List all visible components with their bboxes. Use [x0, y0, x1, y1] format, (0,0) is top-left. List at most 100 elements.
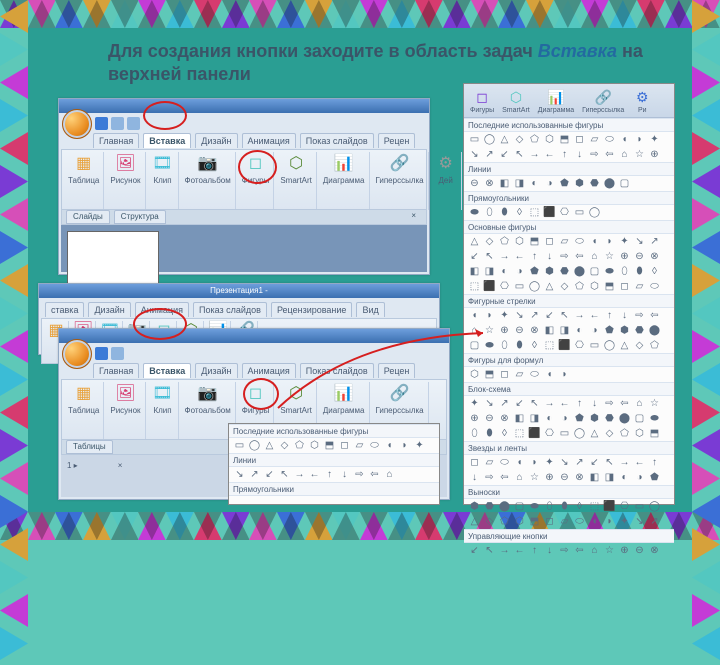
shape-item[interactable]: ↑ [528, 250, 541, 263]
shape-item[interactable]: ↘ [468, 148, 481, 161]
quick-access-toolbar[interactable] [95, 115, 140, 131]
shape-item[interactable]: ↗ [248, 468, 261, 481]
shape-item[interactable]: ✦ [543, 456, 556, 469]
shape-item[interactable]: ← [633, 456, 646, 469]
shape-item[interactable]: ◻ [543, 235, 556, 248]
shape-item[interactable]: ⬟ [603, 324, 616, 337]
shape-item[interactable]: ↓ [543, 544, 556, 557]
shape-item[interactable]: ⬛ [528, 427, 541, 440]
shape-item[interactable]: ⬯ [618, 265, 631, 278]
shape-item[interactable]: ⬒ [528, 515, 541, 528]
shape-item[interactable]: ◧ [498, 177, 511, 190]
shape-item[interactable]: ↖ [483, 250, 496, 263]
ribbon-tab-вставка[interactable]: Вставка [143, 133, 191, 148]
shape-item[interactable]: ⬢ [543, 265, 556, 278]
ribbon-tab-дизайн[interactable]: Дизайн [195, 133, 237, 148]
shape-item[interactable]: ⬛ [603, 500, 616, 513]
shape-item[interactable]: ⊕ [543, 471, 556, 484]
shape-item[interactable]: ⬒ [483, 368, 496, 381]
shape-item[interactable]: ⊕ [468, 412, 481, 425]
shape-item[interactable]: ◑ [558, 412, 571, 425]
shape-item[interactable]: ↓ [338, 468, 351, 481]
shape-item[interactable]: ⬡ [633, 427, 646, 440]
shape-item[interactable]: ↘ [233, 468, 246, 481]
shape-item[interactable]: ◻ [573, 133, 586, 146]
shape-item[interactable]: ⬠ [498, 235, 511, 248]
shape-item[interactable]: ◻ [468, 456, 481, 469]
shape-item[interactable]: ⊖ [633, 250, 646, 263]
ribbon-group-таблица[interactable]: ▦Таблица [64, 382, 104, 440]
shape-item[interactable]: ⬚ [513, 427, 526, 440]
shape-item[interactable]: ⬚ [588, 500, 601, 513]
shape-item[interactable]: ⇨ [483, 471, 496, 484]
shape-item[interactable]: ⬯ [498, 339, 511, 352]
nav-tab-slides[interactable]: Слайды [66, 210, 110, 224]
save-icon[interactable] [95, 347, 108, 360]
save-icon[interactable] [95, 117, 108, 130]
shape-item[interactable]: ↗ [648, 515, 661, 528]
shape-item[interactable]: ◊ [573, 500, 586, 513]
shape-item[interactable]: ↙ [498, 148, 511, 161]
shape-item[interactable]: ↘ [513, 309, 526, 322]
shape-item[interactable]: ⬒ [603, 280, 616, 293]
shape-item[interactable]: ▭ [588, 339, 601, 352]
ribbon-tab-анимация[interactable]: Анимация [135, 302, 189, 317]
shape-item[interactable]: ◗ [483, 309, 496, 322]
shape-item[interactable]: ⊕ [498, 324, 511, 337]
shape-item[interactable]: ☆ [648, 397, 661, 410]
shape-item[interactable]: ▭ [558, 427, 571, 440]
shape-item[interactable]: ⬢ [588, 412, 601, 425]
shape-item[interactable]: △ [263, 439, 276, 452]
shape-item[interactable]: ⬚ [468, 280, 481, 293]
shape-item[interactable]: ⬠ [573, 280, 586, 293]
shape-item[interactable]: ⬣ [558, 265, 571, 278]
quick-access-toolbar[interactable] [95, 345, 124, 361]
shape-item[interactable]: ◑ [543, 177, 556, 190]
shape-item[interactable]: ⇨ [558, 250, 571, 263]
undo-icon[interactable] [111, 117, 124, 130]
shape-item[interactable]: ▢ [588, 265, 601, 278]
shape-item[interactable]: ↙ [588, 456, 601, 469]
shape-item[interactable]: ↖ [513, 148, 526, 161]
ribbon-tab-главная[interactable]: Главная [93, 363, 139, 378]
shape-item[interactable]: ↓ [468, 471, 481, 484]
shape-item[interactable]: ⬭ [573, 235, 586, 248]
shape-item[interactable]: ◯ [648, 500, 661, 513]
shape-item[interactable]: ⇨ [588, 148, 601, 161]
shape-item[interactable]: ▱ [483, 456, 496, 469]
shape-item[interactable]: ↓ [618, 309, 631, 322]
shape-item[interactable]: ◯ [248, 439, 261, 452]
shape-item[interactable]: → [528, 148, 541, 161]
shape-item[interactable]: ◨ [558, 324, 571, 337]
shape-item[interactable]: ⇨ [603, 397, 616, 410]
shape-item[interactable]: ↗ [483, 148, 496, 161]
shape-item[interactable]: ⬯ [483, 206, 496, 219]
shape-item[interactable]: △ [588, 427, 601, 440]
shape-item[interactable]: → [573, 309, 586, 322]
shape-item[interactable]: ◧ [468, 265, 481, 278]
shape-item[interactable]: ⇦ [573, 250, 586, 263]
shape-item[interactable]: ⬠ [498, 515, 511, 528]
gallery-top-гиперссылка[interactable]: 🔗Гиперссылка [578, 86, 628, 115]
shape-item[interactable]: ⎔ [543, 427, 556, 440]
shape-item[interactable]: ← [588, 309, 601, 322]
shape-item[interactable]: ▱ [588, 133, 601, 146]
ribbon-group-дей[interactable]: ⚙Дей [431, 152, 462, 210]
shape-item[interactable]: ⎔ [558, 206, 571, 219]
shape-item[interactable]: ▱ [513, 368, 526, 381]
shape-item[interactable]: ⇨ [353, 468, 366, 481]
ribbon-tab-вид[interactable]: Вид [356, 302, 384, 317]
shape-item[interactable]: ⌂ [618, 148, 631, 161]
shape-item[interactable]: ↙ [468, 544, 481, 557]
shape-item[interactable]: ⬣ [483, 500, 496, 513]
shape-item[interactable]: ↘ [633, 235, 646, 248]
shape-item[interactable]: ⌂ [588, 544, 601, 557]
gallery-top-smartart[interactable]: ⬡SmartArt [498, 86, 534, 115]
office-orb[interactable] [62, 109, 92, 139]
ribbon-tab-анимация[interactable]: Анимация [242, 363, 296, 378]
shape-item[interactable]: ⬬ [648, 412, 661, 425]
shape-item[interactable]: ↖ [483, 544, 496, 557]
shape-item[interactable]: ↗ [573, 456, 586, 469]
shape-item[interactable]: ⬢ [618, 324, 631, 337]
gallery-top-ри[interactable]: ⚙Ри [628, 86, 656, 115]
